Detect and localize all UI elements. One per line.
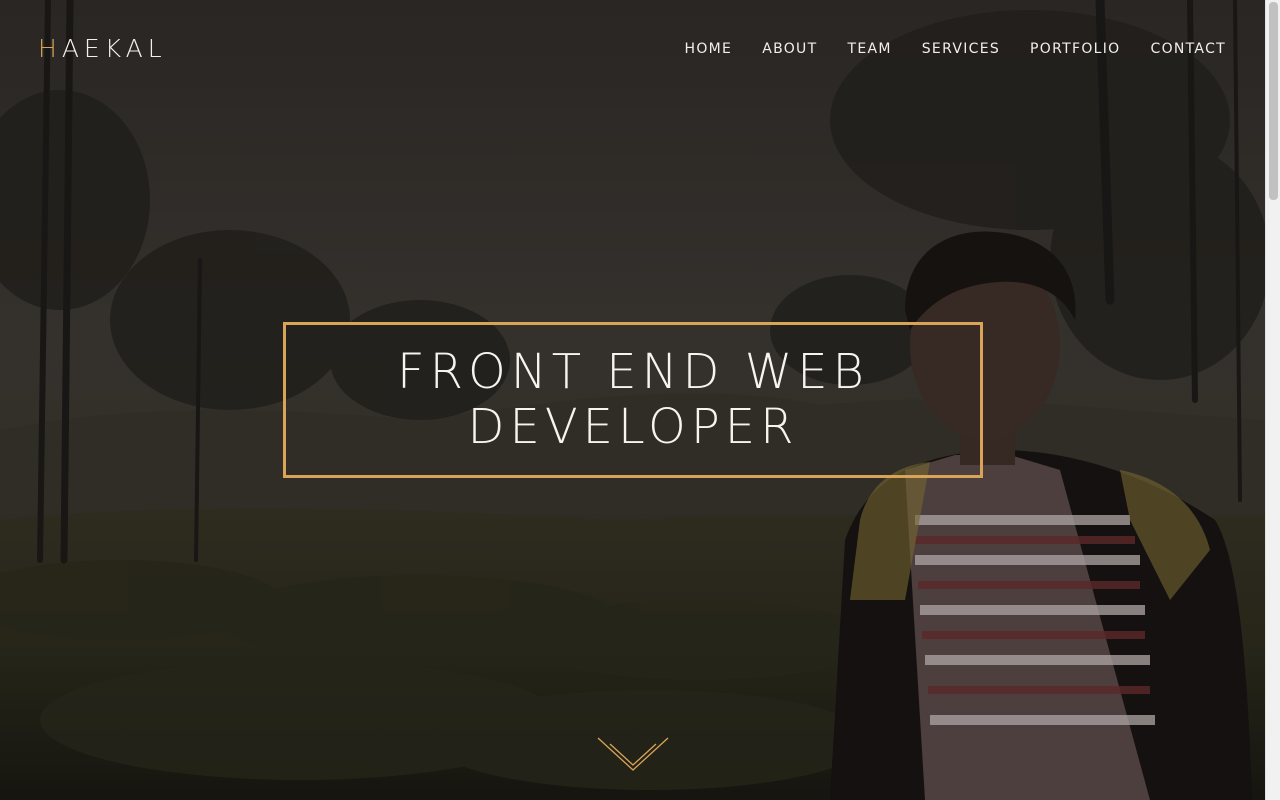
hero-title: FRONT END WEB DEVELOPER: [353, 345, 913, 455]
hero-title-line1: FRONT END WEB: [397, 344, 869, 400]
nav-item-team[interactable]: TEAM: [847, 41, 891, 57]
nav-item-home[interactable]: HOME: [685, 41, 733, 57]
main-nav: HOME ABOUT TEAM SERVICES PORTFOLIO CONTA…: [685, 41, 1226, 57]
scroll-down-button[interactable]: [596, 736, 670, 776]
brand-accent-letter: H: [38, 34, 62, 63]
hero-title-box: FRONT END WEB DEVELOPER: [283, 322, 983, 478]
nav-item-portfolio[interactable]: PORTFOLIO: [1030, 41, 1120, 57]
nav-item-contact[interactable]: CONTACT: [1151, 41, 1227, 57]
double-chevron-down-icon: [597, 737, 669, 771]
page-scrollbar[interactable]: [1265, 0, 1280, 800]
brand-rest: AEKAL: [61, 34, 167, 63]
brand-logo[interactable]: HAEKAL: [38, 34, 167, 63]
nav-item-services[interactable]: SERVICES: [922, 41, 1000, 57]
hero-title-line2: DEVELOPER: [467, 399, 799, 455]
nav-item-about[interactable]: ABOUT: [762, 41, 817, 57]
scrollbar-thumb[interactable]: [1269, 2, 1278, 200]
